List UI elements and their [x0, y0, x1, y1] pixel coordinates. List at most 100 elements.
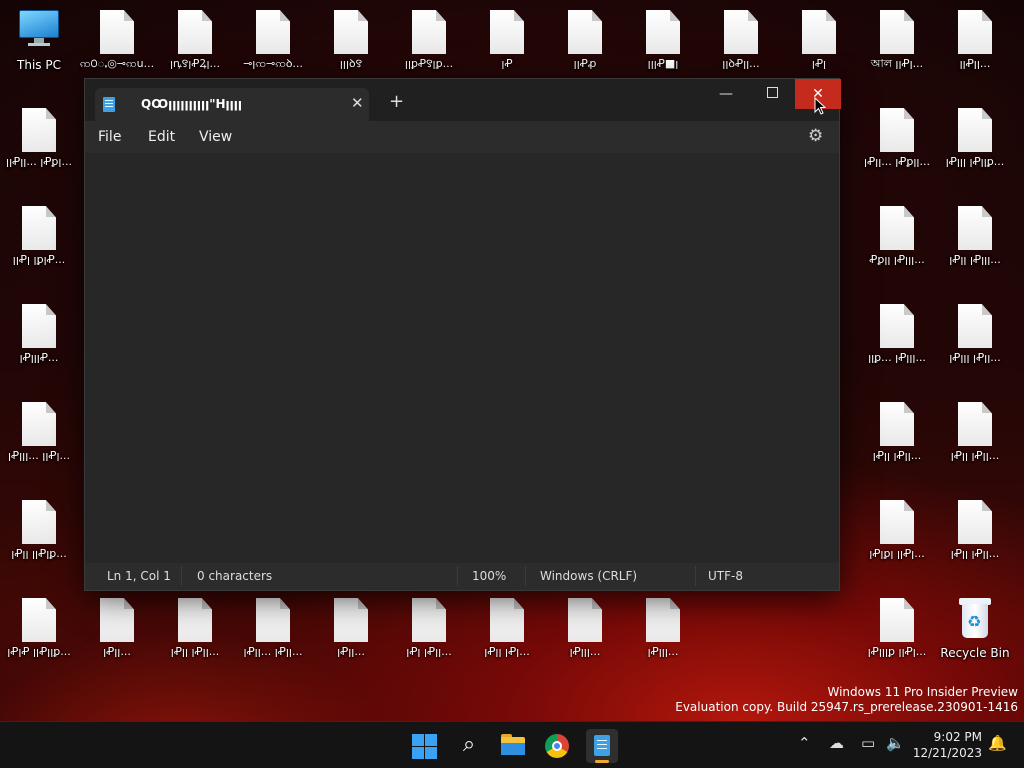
document-icon [22, 598, 56, 642]
desktop-file-icon[interactable]: ꞁꞁꝺꝒꞁꞁ... [703, 10, 779, 85]
desktop-icon-this-pc[interactable]: This PC [1, 10, 77, 87]
document-icon [256, 598, 290, 642]
document-icon [802, 10, 836, 54]
menu-view[interactable]: View [199, 129, 232, 145]
search-icon[interactable]: ⌕ [454, 731, 484, 761]
desktop-file-icon[interactable]: ꞁꝒꞁꞁ... ꞁꝒꞁꞁ... [235, 598, 311, 673]
volume-muted-icon[interactable]: 🔈 [886, 734, 905, 752]
desktop-icon-recycle-bin[interactable]: ♻ Recycle Bin [937, 596, 1013, 675]
desktop-icon-label: ꞁꝒꞁꞁ... [337, 645, 365, 658]
close-tab-icon[interactable]: ✕ [351, 94, 364, 112]
desktop-icon-label: ꞁꝒꞁꞁ ꞁꞁꝒꞁꝑ... [11, 547, 67, 560]
notification-bell-icon[interactable]: 🔔 [988, 734, 1007, 752]
desktop-file-icon[interactable]: ꞁꝒꞁꞁꞁꝑ ꞁꞁꝒꞁ... [859, 598, 935, 673]
desktop-file-icon[interactable]: ꞁꝒꞁꞁ ꞁꝒꞁꞁꞁ... [937, 206, 1013, 281]
desktop-file-icon[interactable]: ꞁꞁꝒꞁꞁ... ꞁꝒꝑꞁ... [1, 108, 77, 183]
desktop-icon-label: ꞁꝒꞁꞁ... ꞁꝒꞁꞁ... [243, 645, 303, 658]
start-button[interactable] [409, 731, 439, 761]
desktop-file-icon[interactable]: ꩡ꯰ꩻ◎⊸ꩡu... [79, 10, 155, 85]
desktop-file-icon[interactable]: ꞁꝒꞁꞁ... [79, 598, 155, 673]
new-tab-button[interactable]: + [389, 93, 404, 111]
desktop-file-icon[interactable]: ꞁꞁꞁꝺ꯱ [313, 10, 389, 85]
notepad-icon [103, 97, 115, 112]
minimize-button[interactable]: — [703, 79, 749, 109]
desktop-file-icon[interactable]: ꞁꞁꞁꝒ■ꞁ [625, 10, 701, 85]
document-icon [22, 108, 56, 152]
desktop-file-icon[interactable]: ꞁꝒꞁꞁ ꞁꝒꞁꞁ... [157, 598, 233, 673]
document-icon [412, 10, 446, 54]
desktop-file-icon[interactable]: ꞁꝴ꯱ꞁꝒꝜꞁ... [157, 10, 233, 85]
desktop-icon-label: ꞁꞁꝑ... ꞁꝒꞁꞁꞁ... [868, 351, 926, 364]
document-icon [880, 304, 914, 348]
document-icon [568, 598, 602, 642]
notepad-taskbar-icon[interactable] [586, 729, 618, 763]
desktop-file-icon[interactable]: ⊸ꞁꩡ⊸ꩡꝺ... [235, 10, 311, 85]
desktop-file-icon[interactable]: আল ꞁꞁꝒꞁ... [859, 10, 935, 85]
desktop-file-icon[interactable]: ꞁꝒꞁꞁ ꞁꝒꞁꞁ... [937, 402, 1013, 477]
desktop-file-icon[interactable]: ꞁꝒꞁꝒ ꞁꞁꝒꞁꞁꝑ... [1, 598, 77, 673]
onedrive-icon[interactable]: ☁ [829, 734, 844, 752]
menu-edit[interactable]: Edit [148, 129, 175, 145]
desktop-file-icon[interactable]: ꞁꝒꞁ ꞁꝒꞁꞁ... [391, 598, 467, 673]
desktop-file-icon[interactable]: ꞁꞁꝒꞁꞁ... [937, 10, 1013, 85]
recycle-bin-icon: ♻ [957, 596, 993, 638]
desktop-file-icon[interactable]: ꞁꝒꞁ [781, 10, 857, 85]
document-icon [256, 10, 290, 54]
desktop-file-icon[interactable]: ꞁꝒꞁꞁꞁꝒ... [1, 304, 77, 379]
desktop-file-icon[interactable]: ꞁꝒꞁꞁꞁ ꞁꝒꞁꞁꝑ... [937, 108, 1013, 183]
desktop-icon-label: ꞁꝒꞁꞁꞁ ꞁꝒꞁꞁꝑ... [945, 155, 1005, 168]
windows-watermark: Windows 11 Pro Insider Preview Evaluatio… [675, 685, 1018, 715]
desktop-icon-label: ꞁꝒꞁꞁꞁ ꞁꝒꞁꞁ... [949, 351, 1001, 364]
document-icon [958, 206, 992, 250]
desktop-file-icon[interactable]: ꞁꝒꞁꞁ ꞁꝒꞁꞁ... [937, 500, 1013, 575]
desktop-icon-label: ꞁꝒꞁꞁ ꞁꝒꞁꞁ... [950, 449, 1000, 462]
watermark-line-1: Windows 11 Pro Insider Preview [827, 685, 1018, 699]
text-editor[interactable] [85, 153, 839, 563]
desktop-icon-label: ꞁꝒꞁꞁꞁꝑ ꞁꞁꝒꞁ... [867, 645, 927, 658]
document-icon [958, 304, 992, 348]
file-explorer-icon[interactable] [498, 731, 528, 761]
document-tab[interactable]: QꝎꞁꞁꞁꞁꞁꞁꞁꞁꞁꞁ"Hꞁꞁꞁꞁ ✕ [95, 88, 369, 121]
document-icon [22, 304, 56, 348]
document-icon [958, 10, 992, 54]
maximize-button[interactable] [749, 79, 795, 109]
network-icon[interactable]: ▭ [861, 734, 875, 752]
menu-file[interactable]: File [98, 129, 121, 145]
line-endings[interactable]: Windows (CRLF) [540, 569, 637, 583]
document-icon [178, 10, 212, 54]
desktop-file-icon[interactable]: ꞁꝒꞁꞁꞁ... [625, 598, 701, 673]
zoom-level[interactable]: 100% [472, 569, 506, 583]
desktop-file-icon[interactable]: ꞁꝒꞁꞁ ꞁꞁꝒꞁꝑ... [1, 500, 77, 575]
desktop-icon-label: আল ꞁꞁꝒꞁ... [870, 57, 924, 70]
desktop-file-icon[interactable]: ꞁꝒꞁꞁꞁ ꞁꝒꞁꞁ... [937, 304, 1013, 379]
chevron-up-icon[interactable]: ⌃ [798, 734, 811, 752]
desktop-file-icon[interactable]: ꞁꝒꞁꝑꞁ ꞁꞁꝒꞁ... [859, 500, 935, 575]
document-icon [334, 10, 368, 54]
desktop-file-icon[interactable]: ꞁꞁꝑꝒ꯱ꞁꝑ... [391, 10, 467, 85]
notepad-window[interactable]: QꝎꞁꞁꞁꞁꞁꞁꞁꞁꞁꞁ"Hꞁꞁꞁꞁ ✕ + — ✕ File Edit Vie… [84, 78, 841, 591]
document-icon [490, 10, 524, 54]
encoding[interactable]: UTF-8 [708, 569, 743, 583]
desktop-file-icon[interactable]: ꞁꝒꞁꞁ ꞁꝒꞁꞁ... [859, 402, 935, 477]
document-icon [724, 10, 758, 54]
desktop-icon-label: ꞁꝒꞁꝒ ꞁꞁꝒꞁꞁꝑ... [7, 645, 71, 658]
mouse-pointer-icon [814, 97, 826, 115]
desktop-file-icon[interactable]: ꞁꝒꞁꞁꞁ... [547, 598, 623, 673]
desktop-file-icon[interactable]: ꞁꝒꞁꞁ... ꞁꝒꝑꞁꞁ... [859, 108, 935, 183]
desktop-file-icon[interactable]: Ꝓꝑꞁꞁ ꞁꝒꞁꞁꞁ... [859, 206, 935, 281]
desktop-file-icon[interactable]: ꞁꝒꞁꞁ... [313, 598, 389, 673]
desktop-file-icon[interactable]: ꞁꝒꞁꞁꞁ... ꞁꞁꝒꞁ... [1, 402, 77, 477]
clock[interactable]: 9:02 PM 12/21/2023 [912, 729, 982, 761]
document-icon [178, 598, 212, 642]
gear-icon[interactable]: ⚙ [808, 126, 823, 146]
document-icon [22, 402, 56, 446]
desktop-file-icon[interactable]: ꞁꝒ [469, 10, 545, 85]
status-bar: Ln 1, Col 1 0 characters 100% Windows (C… [85, 563, 839, 590]
desktop-icon-label: Recycle Bin [940, 647, 1010, 660]
title-bar[interactable]: QꝎꞁꞁꞁꞁꞁꞁꞁꞁꞁꞁ"Hꞁꞁꞁꞁ ✕ + — ✕ [85, 79, 841, 121]
chrome-icon[interactable] [542, 731, 572, 761]
desktop-file-icon[interactable]: ꞁꝒꞁꞁ ꞁꝒꞁ... [469, 598, 545, 673]
desktop-file-icon[interactable]: ꞁꞁꝒꞁ ꞁꝑꞁꝒ... [1, 206, 77, 281]
desktop-file-icon[interactable]: ꞁꞁꝑ... ꞁꝒꞁꞁꞁ... [859, 304, 935, 379]
desktop-file-icon[interactable]: ꞁꞁꝒꝓ [547, 10, 623, 85]
